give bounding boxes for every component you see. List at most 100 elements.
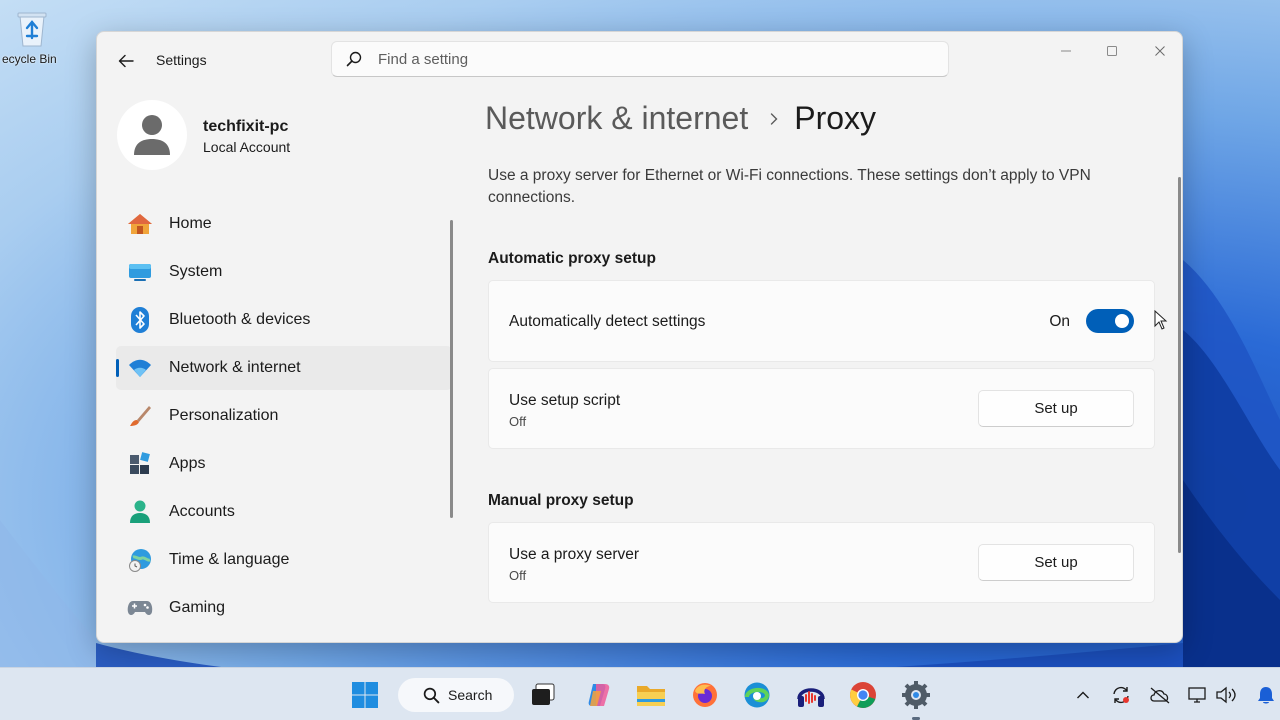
sync-icon <box>1113 686 1129 704</box>
setup-script-status: Off <box>509 414 527 429</box>
sidebar-item-label: Home <box>169 215 212 232</box>
onedrive-tray-button[interactable] <box>1149 684 1171 706</box>
sidebar-scrollbar[interactable] <box>450 220 453 518</box>
taskbar-search-label: Search <box>448 687 493 703</box>
close-icon <box>1155 46 1165 56</box>
search-icon <box>423 687 440 703</box>
close-button[interactable] <box>1137 36 1182 66</box>
brush-icon <box>127 403 153 429</box>
breadcrumb-parent[interactable]: Network & internet <box>485 100 748 137</box>
avatar[interactable] <box>117 100 187 170</box>
wifi-icon <box>127 355 153 381</box>
edge-icon <box>744 682 770 708</box>
maximize-icon <box>1107 46 1117 56</box>
windows-logo-icon <box>352 682 378 708</box>
sidebar-item-network[interactable]: Network & internet <box>116 346 452 390</box>
show-hidden-icons-button[interactable] <box>1072 684 1094 706</box>
gaming-icon <box>127 595 153 621</box>
recycle-bin-label: ecycle Bin <box>2 52 57 66</box>
sync-tray-button[interactable] <box>1110 684 1132 706</box>
audacity-button[interactable] <box>796 680 826 710</box>
folder-icon <box>637 686 665 706</box>
task-view-icon <box>532 683 555 705</box>
sidebar-item-label: System <box>169 263 223 280</box>
apps-icon <box>127 451 153 477</box>
file-explorer-button[interactable] <box>636 680 666 710</box>
detect-settings-toggle[interactable] <box>1086 309 1134 333</box>
setup-script-label: Use setup script <box>509 392 621 409</box>
maximize-button[interactable] <box>1089 36 1135 66</box>
sidebar-item-label: Time & language <box>169 551 290 568</box>
sidebar-item-system[interactable]: System <box>116 250 452 294</box>
proxy-server-setup-button[interactable]: Set up <box>978 544 1134 581</box>
sidebar-item-accounts[interactable]: Accounts <box>116 490 452 534</box>
sidebar-item-label: Apps <box>169 455 206 472</box>
user-icon <box>134 115 170 155</box>
arrow-left-icon <box>118 54 134 68</box>
settings-search-box[interactable] <box>331 41 949 77</box>
start-button[interactable] <box>350 680 380 710</box>
taskbar: Search <box>0 667 1280 720</box>
app-title: Settings <box>156 52 207 68</box>
firefox-button[interactable] <box>690 680 720 710</box>
cloud-offline-icon <box>1150 687 1170 704</box>
search-input[interactable] <box>378 50 918 68</box>
volume-tray-button[interactable] <box>1215 684 1237 706</box>
detect-settings-card: Automatically detect settings On <box>488 280 1155 362</box>
sidebar-item-bluetooth[interactable]: Bluetooth & devices <box>116 298 452 342</box>
section-title-manual: Manual proxy setup <box>488 492 634 509</box>
task-view-button[interactable] <box>528 680 558 710</box>
mouse-cursor-icon <box>1154 310 1168 330</box>
sidebar-item-label: Personalization <box>169 407 279 424</box>
audacity-icon <box>797 688 825 707</box>
profile-account-type: Local Account <box>203 139 291 155</box>
network-tray-button[interactable] <box>1187 684 1209 706</box>
page-title: Proxy <box>794 100 877 136</box>
bell-icon <box>1258 687 1274 704</box>
copilot-button[interactable] <box>584 680 614 710</box>
sidebar-item-apps[interactable]: Apps <box>116 442 452 486</box>
home-icon <box>127 211 153 237</box>
profile-name: techfixit-pc <box>203 118 289 135</box>
title-bar: Settings <box>97 32 1182 90</box>
minimize-button[interactable] <box>1043 36 1089 66</box>
taskbar-search[interactable]: Search <box>398 678 514 712</box>
speaker-icon <box>1216 686 1236 704</box>
chrome-icon <box>850 682 876 708</box>
page-description: Use a proxy server for Ethernet or Wi-Fi… <box>488 167 1091 206</box>
gear-icon <box>902 681 930 709</box>
setup-script-button[interactable]: Set up <box>978 390 1134 427</box>
content-scrollbar[interactable] <box>1178 177 1181 553</box>
accounts-icon <box>127 499 153 525</box>
back-button[interactable] <box>115 50 137 72</box>
system-icon <box>127 259 153 285</box>
sidebar-nav: Home System Bluetooth & devices Network … <box>116 202 452 634</box>
setup-script-card: Use setup script Off Set up <box>488 368 1155 449</box>
sidebar-item-home[interactable]: Home <box>116 202 452 246</box>
sidebar-item-time-language[interactable]: Time & language <box>116 538 452 582</box>
sidebar-item-personalization[interactable]: Personalization <box>116 394 452 438</box>
proxy-server-label: Use a proxy server <box>509 546 640 563</box>
section-title-automatic: Automatic proxy setup <box>488 250 656 267</box>
chevron-up-icon <box>1077 691 1089 699</box>
edge-button[interactable] <box>742 680 772 710</box>
sidebar-item-label: Bluetooth & devices <box>169 311 311 328</box>
copilot-icon <box>588 684 610 706</box>
chrome-button[interactable] <box>848 680 878 710</box>
bluetooth-icon <box>127 307 153 333</box>
breadcrumb: Network & internet Proxy <box>485 100 876 137</box>
recycle-bin-desktop-icon[interactable]: ecycle Bin <box>0 8 64 66</box>
sidebar-item-label: Gaming <box>169 599 226 616</box>
detect-settings-state: On <box>1049 313 1070 330</box>
sidebar-item-label: Accounts <box>169 503 235 520</box>
chevron-right-icon <box>770 112 778 126</box>
recycle-bin-icon <box>15 10 49 47</box>
sidebar-item-gaming[interactable]: Gaming <box>116 586 452 630</box>
firefox-icon <box>693 683 717 707</box>
toggle-knob <box>1115 314 1129 328</box>
proxy-server-card: Use a proxy server Off Set up <box>488 522 1155 603</box>
settings-taskbar-button[interactable] <box>901 680 931 710</box>
notifications-button[interactable] <box>1255 684 1277 706</box>
time-language-icon <box>127 547 153 573</box>
detect-settings-label: Automatically detect settings <box>509 313 706 330</box>
